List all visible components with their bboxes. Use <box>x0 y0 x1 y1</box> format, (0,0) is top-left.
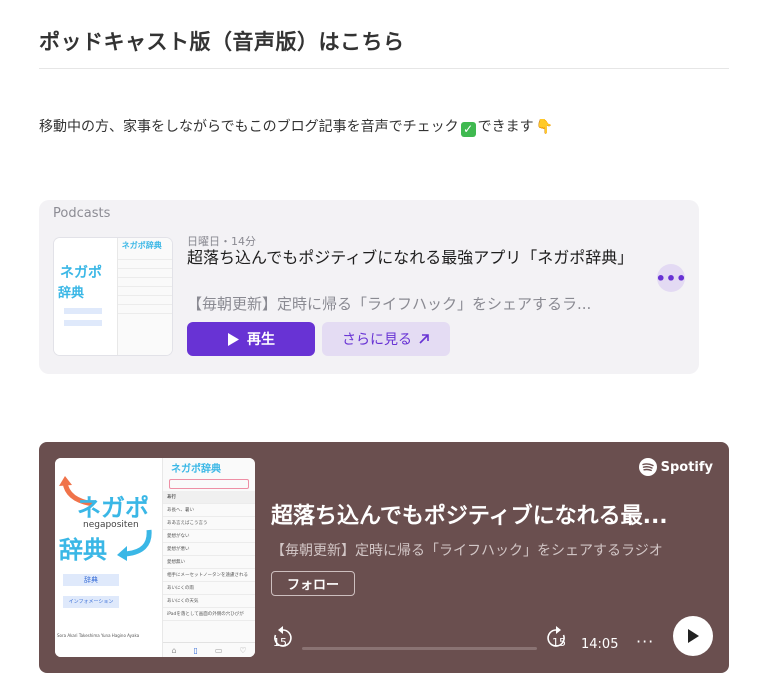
artwork-list-item: あいにくの雨 <box>163 582 255 595</box>
artwork-title: ネガポ <box>60 265 102 281</box>
more-options-button[interactable]: ••• <box>656 264 686 292</box>
see-more-button[interactable]: さらに見る <box>322 322 450 356</box>
artwork-list-item: 相手にメーセットノータンを遠慮される <box>163 569 255 582</box>
artwork-title2: 辞典 <box>58 286 85 301</box>
artwork-list-item: 愛想がない <box>163 530 255 543</box>
artwork-divider <box>117 286 172 287</box>
artwork-divider <box>117 259 172 260</box>
spotify-brand[interactable]: Spotify <box>638 458 713 476</box>
check-emoji: ✓ <box>460 122 476 137</box>
spotify-more-options-button[interactable]: ··· <box>636 632 654 651</box>
spotify-show-name[interactable]: 【毎朝更新】定時に帰る「ライフハック」をシェアするラジオ <box>271 540 711 560</box>
point-down-emoji: 👇 <box>535 119 554 135</box>
artwork-list-item: iPadを落として画面の外側の穴ひびが <box>163 608 255 621</box>
artwork-title2: 辞典 <box>59 536 107 564</box>
external-link-arrow-icon <box>419 334 429 344</box>
skip-back-label: 15 <box>273 636 287 649</box>
apple-podcasts-label: Podcasts <box>53 206 111 221</box>
inbox-icon: ▭ <box>214 645 223 655</box>
home-icon: ⌂ <box>171 645 177 655</box>
artwork-button <box>64 320 102 326</box>
show-name[interactable]: 【毎朝更新】定時に帰る「ライフハック」をシェアするラ... <box>187 293 649 314</box>
intro-text-suffix: できます <box>477 119 534 135</box>
artwork-right: ネガポ辞典 あ行 あ長へ、暑い ああ言えばこう言う 愛想がない 愛想が悪い 愛想無い 相手に… <box>162 458 255 657</box>
artwork-logo: ネガポ辞典 <box>171 464 221 475</box>
document-icon: ▯ <box>193 645 198 655</box>
skip-back-15-button[interactable]: 15 <box>271 626 295 651</box>
playback-progress-bar[interactable] <box>302 647 537 650</box>
artwork-title: ネガポ <box>77 494 149 522</box>
artwork-button-dictionary: 辞典 <box>63 574 119 586</box>
apple-podcasts-brand[interactable]: Podcasts <box>53 206 110 221</box>
play-button-label: 再生 <box>247 332 275 348</box>
artwork-left: ネガポ 辞典 <box>54 238 118 355</box>
heart-icon: ♡ <box>239 645 247 655</box>
play-icon <box>688 629 699 643</box>
episode-duration: 14:05 <box>581 637 619 652</box>
artwork-search-box <box>169 479 249 489</box>
artwork-button <box>64 308 102 314</box>
artwork-list-item: あ長へ、暑い <box>163 504 255 517</box>
spotify-play-button[interactable] <box>673 616 713 656</box>
spotify-logo-icon <box>638 458 657 476</box>
curved-arrow-icon <box>117 529 152 561</box>
spotify-label: Spotify <box>660 459 713 475</box>
artwork-divider <box>117 277 172 278</box>
play-button[interactable]: 再生 <box>187 322 315 356</box>
section-title: ポッドキャスト版（音声版）はこちら <box>39 26 729 69</box>
artwork-divider <box>117 304 172 305</box>
artwork-divider <box>117 295 172 296</box>
artwork-left: ネガポ negapositen 辞典 辞典 インフォメーション Sora Aka… <box>55 458 163 657</box>
artwork-right: ネガポ辞典 <box>116 238 172 355</box>
artwork-logo: ネガポ辞典 <box>121 241 162 250</box>
artwork-footer: Sora Akari Takeshima Yuna Hagino Ayaka <box>57 633 140 638</box>
apple-episode-artwork[interactable]: ネガポ 辞典 ネガポ辞典 <box>54 238 172 355</box>
artwork-tabbar: ⌂ ▯ ▭ ♡ <box>163 642 255 657</box>
spotify-episode-title[interactable]: 超落ち込んでもポジティブになれる最... <box>271 498 711 530</box>
episode-title[interactable]: 超落ち込んでもポジティブになれる最強アプリ「ネガポ辞典」 <box>187 247 647 269</box>
spotify-episode-artwork[interactable]: ネガポ negapositen 辞典 辞典 インフォメーション Sora Aka… <box>55 458 255 657</box>
spotify-embed: ネガポ negapositen 辞典 辞典 インフォメーション Sora Aka… <box>39 442 729 673</box>
artwork-list-item: 愛想が悪い <box>163 543 255 556</box>
intro-text-main: 移動中の方、家事をしながらでもこのブログ記事を音声でチェック <box>39 119 459 135</box>
artwork-button-info: インフォメーション <box>63 596 119 608</box>
artwork-divider <box>117 313 172 314</box>
artwork-list-item: ああ言えばこう言う <box>163 517 255 530</box>
artwork-list-item: あ行 <box>163 491 255 504</box>
follow-button[interactable]: フォロー <box>271 571 355 596</box>
play-icon <box>228 332 239 346</box>
artwork-list-item: あいにくの天気 <box>163 595 255 608</box>
apple-podcasts-embed: Podcasts ネガポ 辞典 ネガポ辞典 日曜日・14分 超落ち込んでもポジテ… <box>39 200 699 374</box>
skip-forward-label: 15 <box>552 636 566 649</box>
artwork-list-item: 愛想無い <box>163 556 255 569</box>
skip-forward-15-button[interactable]: 15 <box>544 626 568 651</box>
artwork-divider <box>117 268 172 269</box>
artwork-list: あ行 あ長へ、暑い ああ言えばこう言う 愛想がない 愛想が悪い 愛想無い 相手にメーセットノ… <box>163 491 255 621</box>
intro-text: 移動中の方、家事をしながらでもこのブログ記事を音声でチェック ✓ できます 👇 <box>39 116 553 137</box>
see-more-label: さらに見る <box>342 332 412 348</box>
